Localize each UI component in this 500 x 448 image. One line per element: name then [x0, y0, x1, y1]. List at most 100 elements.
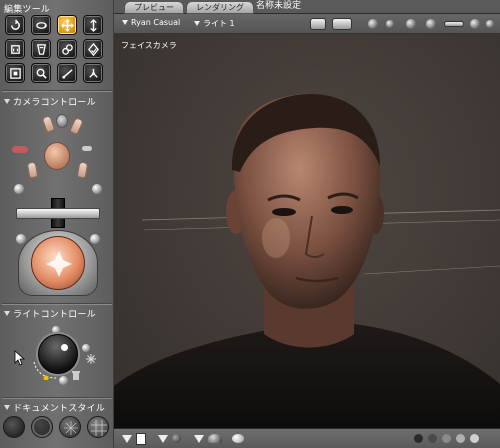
panel-divider	[2, 90, 112, 92]
chain-break-tool-button[interactable]	[57, 39, 77, 59]
document-style-label: ドキュメントスタイル	[13, 403, 106, 414]
dropdown-triangle-icon[interactable]	[122, 435, 132, 443]
render-preview-icon[interactable]	[232, 434, 244, 443]
dropdown-triangle-icon[interactable]	[194, 435, 204, 443]
eye-camera-icon[interactable]	[82, 146, 92, 151]
translate-in-out-tool-button[interactable]	[83, 15, 103, 35]
render-option-icon[interactable]	[368, 19, 378, 29]
camera-controls-header[interactable]: カメラコントロール	[0, 94, 114, 108]
grouping-icon	[9, 67, 21, 79]
face-camera-icon[interactable]	[56, 114, 68, 128]
document-style-outline-button[interactable]	[31, 416, 53, 438]
figure-select-dropdown[interactable]: Ryan Casual	[122, 18, 180, 27]
create-light-icon[interactable]	[86, 354, 96, 364]
smooth-shade-icon[interactable]	[426, 19, 436, 29]
light-controls-label: ライトコントロール	[13, 309, 96, 320]
display-style-icon[interactable]	[406, 19, 416, 29]
panel-divider	[2, 303, 112, 305]
collapse-triangle-icon	[4, 404, 10, 410]
mouse-cursor-icon	[14, 350, 26, 366]
view-magnifier-tool-button[interactable]	[31, 63, 51, 83]
collapse-triangle-icon	[4, 310, 10, 316]
direct-manipulation-tool-button[interactable]	[83, 63, 103, 83]
dropdown-triangle-icon[interactable]	[158, 435, 168, 443]
scale-tool-button[interactable]	[5, 39, 25, 59]
light-top-dot-icon[interactable]	[52, 326, 60, 334]
tab-preview[interactable]: プレビュー	[124, 1, 184, 14]
twist-tool-button[interactable]	[31, 15, 51, 35]
tab-preview-label: プレビュー	[134, 3, 174, 12]
style-dot-2[interactable]	[428, 434, 437, 443]
rotate-left-icon[interactable]	[16, 234, 26, 244]
hidden-line-icon	[91, 420, 107, 436]
rotate-icon	[10, 18, 20, 30]
figure-select-value: Ryan Casual	[131, 18, 181, 27]
move-xz-icon[interactable]	[16, 208, 100, 219]
document-style-silhouette-button[interactable]	[3, 416, 25, 438]
select-camera-right-hand-icon[interactable]	[69, 116, 84, 136]
left-eye	[272, 208, 296, 216]
style-dot-1[interactable]	[414, 434, 423, 443]
ground-shadow-icon[interactable]	[172, 434, 181, 443]
color-icon	[87, 42, 99, 56]
right-hand-camera-icon[interactable]	[76, 161, 89, 179]
cheek-highlight	[262, 218, 290, 258]
style-dot-3[interactable]	[442, 434, 451, 443]
edit-tools-grid	[5, 15, 109, 83]
color-tool-button[interactable]	[83, 39, 103, 59]
light-bottom-dot-icon[interactable]	[59, 376, 68, 385]
tab-render[interactable]: レンダリング	[186, 1, 254, 14]
element-display-icon[interactable]	[486, 20, 494, 28]
main-camera-head-icon[interactable]	[44, 142, 70, 170]
shade-mode-icon[interactable]	[386, 20, 394, 28]
view-frame-icon[interactable]	[136, 433, 146, 445]
document-style-wireframe-button[interactable]	[59, 416, 81, 438]
style-dot-4[interactable]	[456, 434, 465, 443]
edit-tools-header[interactable]: 編集ツール	[0, 1, 114, 15]
translate-icon	[60, 18, 74, 32]
viewport-bottom-bar	[114, 428, 500, 448]
document-style-header[interactable]: ドキュメントスタイル	[0, 400, 114, 414]
view-magnifier-icon	[36, 68, 47, 79]
morph-brush-icon	[61, 68, 73, 79]
bone-display-icon[interactable]	[470, 19, 480, 29]
rotate-tool-button[interactable]	[5, 15, 25, 35]
light-right-dot-icon[interactable]	[82, 344, 90, 352]
flyaround-icon[interactable]	[12, 146, 28, 153]
panel-divider	[2, 397, 112, 399]
light-select-value: ライト 1	[203, 19, 235, 28]
twist-icon	[35, 21, 47, 29]
light-select-dropdown[interactable]: ライト 1	[194, 18, 235, 29]
direct-manipulation-icon	[88, 68, 98, 78]
edit-tools-label: 編集ツール	[4, 4, 51, 15]
taper-tool-button[interactable]	[31, 39, 51, 59]
camera-controls-label: カメラコントロール	[13, 97, 96, 108]
select-camera-left-hand-icon[interactable]	[41, 114, 56, 134]
scale-camera-icon[interactable]	[14, 184, 24, 194]
style-dot-5[interactable]	[470, 434, 479, 443]
rotate-right-icon[interactable]	[90, 234, 100, 244]
camera-snapshot-icon[interactable]	[310, 18, 326, 30]
trackball-icon[interactable]	[31, 236, 85, 290]
morph-brush-tool-button[interactable]	[57, 63, 77, 83]
figure-ryan[interactable]	[114, 34, 500, 428]
light-position-indicator	[61, 344, 68, 351]
translate-in-out-icon	[89, 18, 97, 32]
focal-camera-icon[interactable]	[92, 184, 102, 194]
grouping-tool-button[interactable]	[5, 63, 25, 83]
3d-viewport[interactable]: フェイスカメラ	[114, 34, 500, 428]
document-style-hidden-line-button[interactable]	[87, 416, 109, 438]
collapse-triangle-icon	[4, 98, 10, 104]
ground-plane-icon[interactable]	[444, 21, 464, 27]
background-color-icon[interactable]	[208, 434, 222, 443]
document-tabs: プレビュー レンダリング 名称未設定	[114, 0, 500, 14]
light-controls-header[interactable]: ライトコントロール	[0, 306, 114, 320]
left-panel: 編集ツール カメラコントロール ライトコントロール ドキュメントスタイル	[0, 0, 114, 448]
right-eye	[331, 206, 353, 214]
translate-tool-button[interactable]	[57, 15, 77, 35]
left-hand-camera-icon[interactable]	[26, 161, 39, 179]
wireframe-icon	[64, 421, 78, 435]
camera-lock-icon[interactable]	[332, 18, 352, 30]
scale-icon	[10, 44, 20, 54]
delete-light-icon[interactable]	[71, 370, 81, 380]
